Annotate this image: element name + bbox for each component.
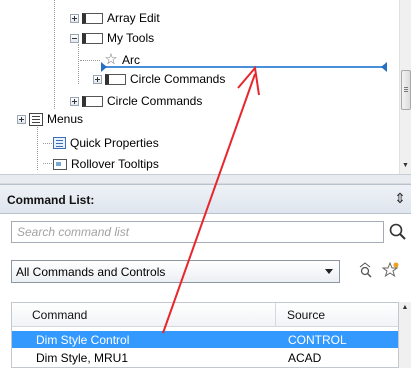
table-header: Command Source bbox=[12, 303, 398, 327]
tree-item-circle-commands[interactable]: Circle Commands bbox=[70, 92, 202, 110]
table-row[interactable]: Dim Style Control CONTROL bbox=[12, 331, 398, 348]
search-icon[interactable] bbox=[388, 222, 408, 242]
toolbar-icon bbox=[82, 32, 103, 44]
tree-item-label: My Tools bbox=[107, 31, 155, 45]
find-command-icon[interactable] bbox=[356, 261, 374, 279]
expand-icon[interactable] bbox=[70, 13, 79, 23]
search-input[interactable] bbox=[12, 222, 383, 242]
tree-item-array-edit[interactable]: Array Edit bbox=[70, 9, 160, 27]
properties-icon bbox=[53, 137, 66, 149]
scrollbar-thumb[interactable] bbox=[401, 70, 411, 110]
source-cell: CONTROL bbox=[288, 333, 347, 347]
tree-connector bbox=[78, 44, 79, 84]
search-field[interactable] bbox=[11, 221, 384, 243]
table-scrollbar[interactable]: ▲ bbox=[399, 302, 411, 368]
tree-item-my-tools[interactable]: My Tools bbox=[70, 29, 154, 47]
tree-item-label: Quick Properties bbox=[70, 136, 159, 150]
panel-splitter[interactable] bbox=[0, 174, 411, 184]
filter-selected-value: All Commands and Controls bbox=[16, 265, 166, 279]
collapse-icon[interactable]: ⇕ bbox=[392, 190, 408, 206]
tree-item-quick-properties[interactable]: Quick Properties bbox=[53, 134, 159, 152]
create-command-icon[interactable] bbox=[382, 261, 400, 279]
expand-icon[interactable] bbox=[93, 74, 102, 84]
expand-icon[interactable] bbox=[17, 114, 26, 124]
tree-item-label: Array Edit bbox=[107, 11, 160, 25]
drop-indicator-right-icon bbox=[381, 62, 387, 72]
scroll-up-icon[interactable]: ▲ bbox=[399, 304, 411, 314]
scroll-down-icon[interactable]: ▼ bbox=[400, 160, 411, 172]
table-row[interactable]: Dim Style, MRU1 ACAD bbox=[12, 349, 398, 366]
column-header-source[interactable]: Source bbox=[287, 308, 325, 322]
column-divider[interactable] bbox=[275, 303, 276, 327]
command-filter-dropdown[interactable]: All Commands and Controls bbox=[11, 260, 340, 283]
customization-tree: Array Edit My Tools ☆ Arc Circle Command… bbox=[0, 0, 399, 174]
command-list-title: Command List: bbox=[7, 193, 95, 207]
command-cell: Dim Style Control bbox=[36, 333, 130, 347]
tree-item-label: Rollover Tooltips bbox=[71, 157, 159, 171]
command-table: Command Source Dim Style Control CONTROL… bbox=[11, 302, 399, 368]
collapse-node-icon[interactable] bbox=[70, 33, 79, 43]
drop-indicator-line bbox=[105, 66, 386, 68]
toolbar-icon bbox=[82, 95, 103, 107]
tree-item-label: Menus bbox=[47, 112, 84, 126]
command-cell: Dim Style, MRU1 bbox=[36, 351, 129, 365]
chevron-down-icon[interactable] bbox=[325, 269, 333, 274]
tree-scrollbar[interactable]: ▼ bbox=[399, 0, 411, 174]
tree-item-label: Circle Commands bbox=[130, 72, 226, 86]
tree-item-menus[interactable]: Menus bbox=[17, 110, 83, 128]
tree-connector bbox=[54, 0, 55, 109]
menu-icon bbox=[29, 112, 43, 126]
toolbar-icon bbox=[82, 12, 103, 24]
drop-indicator-left-icon bbox=[101, 62, 107, 72]
tree-item-circle-commands-inner[interactable]: Circle Commands bbox=[93, 70, 225, 88]
tree-item-rollover-tooltips[interactable]: Rollover Tooltips bbox=[53, 155, 159, 173]
source-cell: ACAD bbox=[288, 351, 322, 365]
tree-item-label: Arc bbox=[122, 53, 140, 67]
tooltip-icon bbox=[53, 158, 67, 170]
command-list-header: Command List: ⇕ bbox=[0, 184, 411, 214]
toolbar-icon bbox=[105, 73, 126, 85]
tree-connector bbox=[80, 60, 100, 61]
tree-item-label: Circle Commands bbox=[107, 94, 203, 108]
column-header-command[interactable]: Command bbox=[32, 308, 87, 322]
expand-icon[interactable] bbox=[70, 96, 79, 106]
